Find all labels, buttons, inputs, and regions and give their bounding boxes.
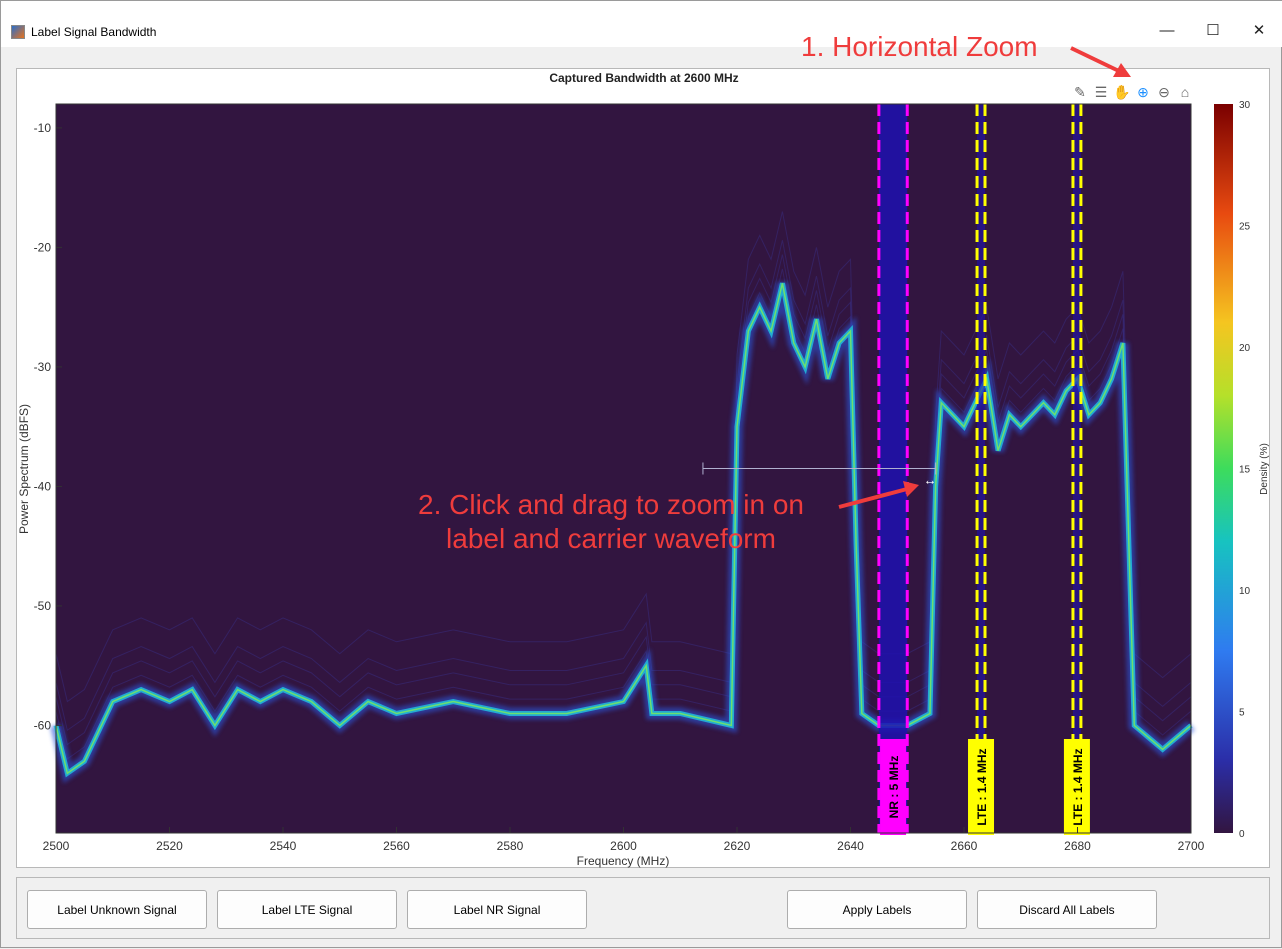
apply-labels-button[interactable]: Apply Labels <box>787 890 967 929</box>
x-axis-label: Frequency (MHz) <box>577 854 670 868</box>
colorbar <box>1214 104 1233 833</box>
colorbar-tick-label: 30 <box>1239 100 1251 111</box>
colorbar-tick-label: 5 <box>1239 708 1245 719</box>
x-tick-label: 2580 <box>497 839 524 853</box>
y-tick-label: -30 <box>34 360 52 374</box>
x-tick-label: 2660 <box>951 839 978 853</box>
label-tag-text: LTE : 1.4 MHz <box>1071 748 1085 825</box>
button-panel: Label Unknown Signal Label LTE Signal La… <box>16 877 1270 939</box>
annotation-line-2: label and carrier waveform <box>446 523 776 554</box>
label-tag-text: LTE : 1.4 MHz <box>975 748 989 825</box>
colorbar-tick-label: 15 <box>1239 465 1251 476</box>
discard-all-labels-button[interactable]: Discard All Labels <box>977 890 1157 929</box>
y-tick-label: -20 <box>34 240 52 254</box>
annotation-click-drag: 2. Click and drag to zoom in on label an… <box>381 488 841 556</box>
spectrum-chart[interactable]: NR : 5 MHz LTE : 1.4 MHz LTE : 1.4 MHz ↔ 25… <box>1 1 1282 949</box>
colorbar-tick-label: 0 <box>1239 829 1245 840</box>
x-tick-label: 2700 <box>1178 839 1205 853</box>
colorbar-label: Density (%) <box>1259 443 1270 495</box>
label-lte-signal-button[interactable]: Label LTE Signal <box>217 890 397 929</box>
label-tag-text: NR : 5 MHz <box>887 756 901 819</box>
label-nr-signal-button[interactable]: Label NR Signal <box>407 890 587 929</box>
resize-cursor-icon: ↔ <box>924 473 937 488</box>
x-tick-label: 2540 <box>270 839 297 853</box>
y-tick-label: -60 <box>34 718 52 732</box>
y-tick-label: -40 <box>34 479 52 493</box>
y-axis-label: Power Spectrum (dBFS) <box>17 404 31 534</box>
annotation-horizontal-zoom: 1. Horizontal Zoom <box>801 31 1038 62</box>
y-tick-label: -50 <box>34 599 52 613</box>
x-tick-label: 2500 <box>43 839 70 853</box>
colorbar-tick-label: 25 <box>1239 222 1251 233</box>
label-unknown-signal-button[interactable]: Label Unknown Signal <box>27 890 207 929</box>
x-tick-label: 2520 <box>156 839 183 853</box>
annotation-line-1: 2. Click and drag to zoom in on <box>418 489 804 520</box>
plot-area[interactable] <box>56 104 1191 833</box>
x-tick-label: 2620 <box>724 839 751 853</box>
y-tick-label: -10 <box>34 121 52 135</box>
x-tick-label: 2560 <box>383 839 410 853</box>
colorbar-tick-label: 10 <box>1239 586 1251 597</box>
x-tick-label: 2640 <box>837 839 864 853</box>
x-tick-label: 2680 <box>1064 839 1091 853</box>
arrow-1 <box>1070 46 1124 75</box>
colorbar-tick-label: 20 <box>1239 343 1251 354</box>
x-tick-label: 2600 <box>610 839 637 853</box>
